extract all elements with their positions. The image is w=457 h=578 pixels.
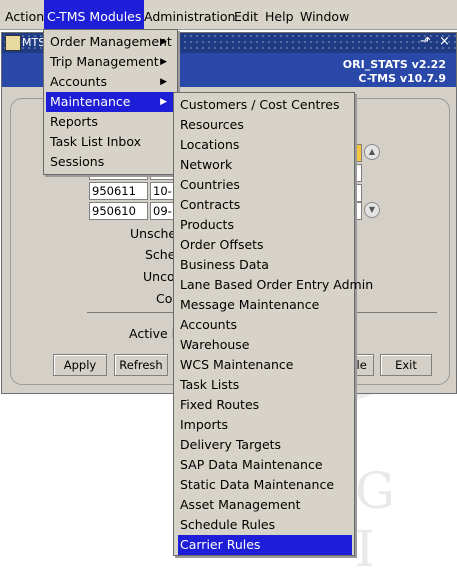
submenu-item-products[interactable]: Products <box>178 215 352 235</box>
active-label: Active P <box>129 326 180 341</box>
submenu-item-wcs-maintenance[interactable]: WCS Maintenance <box>178 355 352 375</box>
submenu-item-schedule-rules[interactable]: Schedule Rules <box>178 515 352 535</box>
menu-item-trip-management[interactable]: Trip Management ▶ <box>46 52 173 72</box>
submenu-item-accounts[interactable]: Accounts <box>178 315 352 335</box>
app-icon <box>5 35 21 51</box>
refresh-button[interactable]: Refresh <box>114 354 168 376</box>
watermark-text: G I <box>355 462 405 578</box>
maintenance-submenu: Customers / Cost Centres Resources Locat… <box>173 92 373 556</box>
menu-item-reports[interactable]: Reports <box>46 112 173 132</box>
submenu-item-customers-cost-centres[interactable]: Customers / Cost Centres <box>178 95 352 115</box>
submenu-item-message-maintenance[interactable]: Message Maintenance <box>178 295 352 315</box>
submenu-item-network[interactable]: Network <box>178 155 352 175</box>
scheduled-label: Sche <box>145 247 176 262</box>
submenu-item-delivery-targets[interactable]: Delivery Targets <box>178 435 352 455</box>
version-ori-stats: ORI_STATS v2.22 <box>342 58 446 71</box>
scroll-up-icon[interactable]: ▲ <box>364 144 380 160</box>
submenu-item-static-data-maintenance[interactable]: Static Data Maintenance <box>178 475 352 495</box>
submenu-item-sap-data-maintenance[interactable]: SAP Data Maintenance <box>178 455 352 475</box>
menu-item-task-list-inbox[interactable]: Task List Inbox <box>46 132 173 152</box>
submenu-arrow-icon: ▶ <box>160 77 167 87</box>
menu-action[interactable]: Action <box>2 0 47 29</box>
menu-help[interactable]: Help <box>262 0 297 29</box>
menu-item-order-management[interactable]: Order Management ▶ <box>46 32 173 52</box>
submenu-item-imports[interactable]: Imports <box>178 415 352 435</box>
menu-item-maintenance[interactable]: Maintenance ▶ <box>46 92 173 112</box>
submenu-arrow-icon: ▶ <box>160 57 167 67</box>
submenu-item-business-data[interactable]: Business Data <box>178 255 352 275</box>
close-icon[interactable]: × <box>439 34 450 49</box>
version-ctms: C-TMS v10.7.9 <box>358 72 446 85</box>
window-title: MTS <box>22 36 46 49</box>
submenu-arrow-icon: ▶ <box>160 97 167 107</box>
submenu-item-locations[interactable]: Locations <box>178 135 352 155</box>
menu-ctms-modules[interactable]: C-TMS Modules <box>44 0 145 30</box>
submenu-item-carrier-rules[interactable]: Carrier Rules <box>178 535 352 555</box>
submenu-item-resources[interactable]: Resources <box>178 115 352 135</box>
menu-item-accounts[interactable]: Accounts ▶ <box>46 72 173 92</box>
row-id-cell[interactable]: 950610 <box>89 202 148 220</box>
submenu-item-task-lists[interactable]: Task Lists <box>178 375 352 395</box>
minimize-icon[interactable]: ⬏ <box>420 34 431 49</box>
confirmed-label: Co <box>156 291 173 306</box>
menu-window[interactable]: Window <box>297 0 352 29</box>
unscheduled-label: Unsche <box>130 226 177 241</box>
submenu-item-lane-based-order-entry-admin[interactable]: Lane Based Order Entry Admin <box>178 275 373 295</box>
unconfirmed-label: Unco <box>143 269 175 284</box>
submenu-item-contracts[interactable]: Contracts <box>178 195 352 215</box>
menu-item-sessions[interactable]: Sessions <box>46 152 173 172</box>
menubar: Action C-TMS Modules Administration Edit… <box>0 0 457 30</box>
menu-administration[interactable]: Administration <box>141 0 238 29</box>
submenu-arrow-icon: ▶ <box>160 37 167 47</box>
ctms-modules-menu: Order Management ▶ Trip Management ▶ Accou… <box>43 29 178 175</box>
row-id-cell[interactable]: 950611 <box>89 182 148 200</box>
submenu-item-fixed-routes[interactable]: Fixed Routes <box>178 395 352 415</box>
submenu-item-warehouse[interactable]: Warehouse <box>178 335 352 355</box>
submenu-item-countries[interactable]: Countries <box>178 175 352 195</box>
submenu-item-order-offsets[interactable]: Order Offsets <box>178 235 352 255</box>
apply-button[interactable]: Apply <box>53 354 107 376</box>
submenu-item-asset-management[interactable]: Asset Management <box>178 495 352 515</box>
menu-edit[interactable]: Edit <box>231 0 261 29</box>
exit-button[interactable]: Exit <box>380 354 432 376</box>
scroll-down-icon[interactable]: ▼ <box>364 202 380 218</box>
